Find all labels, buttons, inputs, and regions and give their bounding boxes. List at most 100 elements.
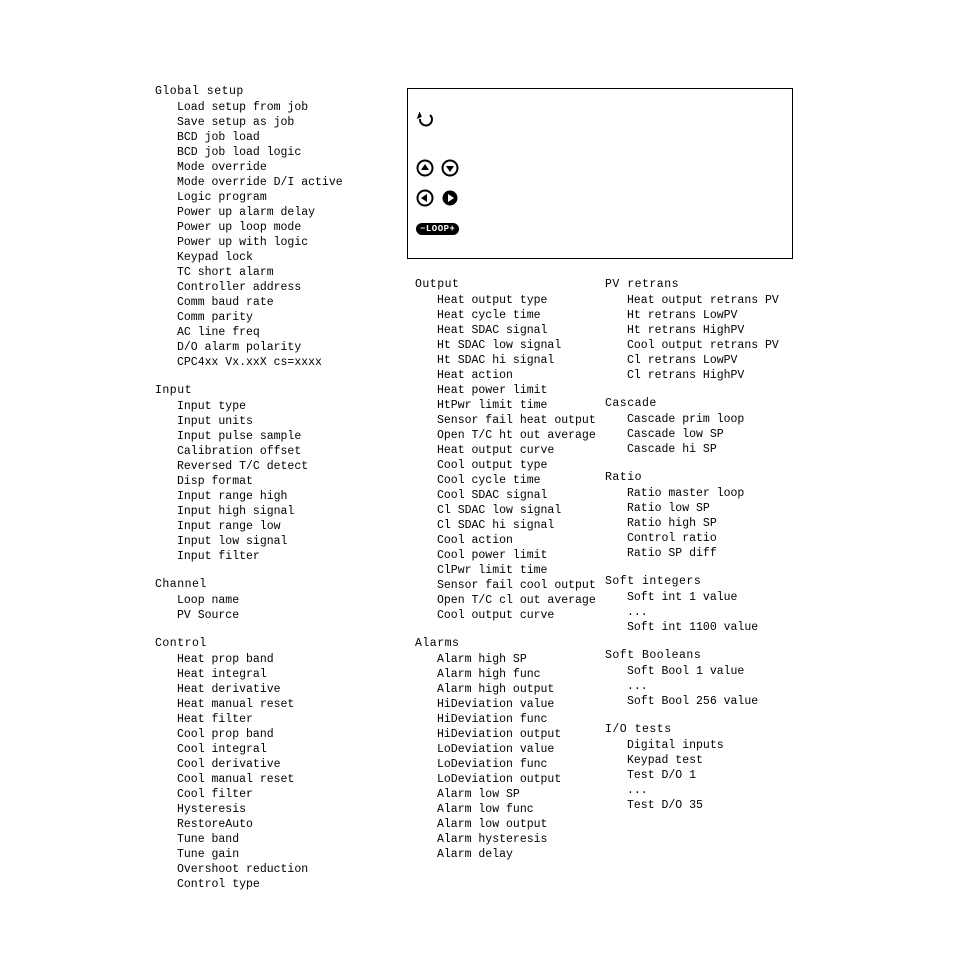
column-2: Output Heat output type Heat cycle time … — [415, 278, 605, 862]
icon-row-leftright — [416, 189, 784, 211]
list-item: Heat integral — [155, 667, 395, 682]
list-item: Power up with logic — [155, 235, 395, 250]
list-item: Hysteresis — [155, 802, 395, 817]
list-item: Ratio high SP — [605, 516, 805, 531]
list-item: ... — [605, 679, 805, 694]
left-arrow-icon[interactable] — [416, 189, 434, 211]
list-item: Power up loop mode — [155, 220, 395, 235]
list-item: BCD job load — [155, 130, 395, 145]
list-item: Input type — [155, 399, 395, 414]
list-item: RestoreAuto — [155, 817, 395, 832]
section-head-cascade: Cascade — [605, 397, 805, 410]
column-1: Global setup Load setup from job Save se… — [155, 85, 395, 892]
list-item: Cl retrans LowPV — [605, 353, 805, 368]
list-item: Heat prop band — [155, 652, 395, 667]
list-item: Reversed T/C detect — [155, 459, 395, 474]
list-item: HtPwr limit time — [415, 398, 605, 413]
list-item: Heat filter — [155, 712, 395, 727]
list-item: Alarm high SP — [415, 652, 605, 667]
list-item: Input range low — [155, 519, 395, 534]
list-item: Input range high — [155, 489, 395, 504]
list-item: Power up alarm delay — [155, 205, 395, 220]
list-item: Open T/C ht out average — [415, 428, 605, 443]
list-item: HiDeviation value — [415, 697, 605, 712]
list-item: Heat output type — [415, 293, 605, 308]
list-item: CPC4xx Vx.xxX cs=xxxx — [155, 355, 395, 370]
list-item: Sensor fail heat output — [415, 413, 605, 428]
list-item: Cascade prim loop — [605, 412, 805, 427]
list-item: Alarm high output — [415, 682, 605, 697]
list-item: BCD job load logic — [155, 145, 395, 160]
list-item: LoDeviation value — [415, 742, 605, 757]
list-item: Comm parity — [155, 310, 395, 325]
list-item: Cool output retrans PV — [605, 338, 805, 353]
list-item: Ht retrans HighPV — [605, 323, 805, 338]
list-item: ClPwr limit time — [415, 563, 605, 578]
page: { "col1": { "s0": { "head": "Global setu… — [0, 0, 954, 954]
list-item: Disp format — [155, 474, 395, 489]
list-item: Cool SDAC signal — [415, 488, 605, 503]
list-item: LoDeviation output — [415, 772, 605, 787]
list-item: D/O alarm polarity — [155, 340, 395, 355]
list-item: Ht retrans LowPV — [605, 308, 805, 323]
section-head-global-setup: Global setup — [155, 85, 395, 98]
list-item: Alarm low SP — [415, 787, 605, 802]
plus-icon: + — [450, 224, 456, 234]
list-item: Heat output retrans PV — [605, 293, 805, 308]
list-item: Heat manual reset — [155, 697, 395, 712]
list-item: Tune band — [155, 832, 395, 847]
list-item: Input low signal — [155, 534, 395, 549]
section-head-io-tests: I/O tests — [605, 723, 805, 736]
list-item: Keypad test — [605, 753, 805, 768]
list-item: Ratio low SP — [605, 501, 805, 516]
list-item: HiDeviation output — [415, 727, 605, 742]
list-item: Ht SDAC low signal — [415, 338, 605, 353]
up-arrow-icon[interactable] — [416, 159, 434, 181]
list-item: Heat output curve — [415, 443, 605, 458]
panel-icons: −LOOP+ — [408, 89, 792, 255]
list-item: Cascade low SP — [605, 427, 805, 442]
list-item: Logic program — [155, 190, 395, 205]
list-item: Cool filter — [155, 787, 395, 802]
list-item: Control ratio — [605, 531, 805, 546]
control-panel: −LOOP+ — [407, 88, 793, 259]
list-item: Calibration offset — [155, 444, 395, 459]
section-head-soft-booleans: Soft Booleans — [605, 649, 805, 662]
list-item: HiDeviation func — [415, 712, 605, 727]
icon-row-updown — [416, 159, 784, 181]
list-item: Loop name — [155, 593, 395, 608]
list-item: Control type — [155, 877, 395, 892]
list-item: Cool power limit — [415, 548, 605, 563]
list-item: Soft Bool 256 value — [605, 694, 805, 709]
list-item: Heat power limit — [415, 383, 605, 398]
list-item: Ratio SP diff — [605, 546, 805, 561]
loop-label: LOOP — [426, 224, 450, 234]
list-item: Alarm high func — [415, 667, 605, 682]
list-item: Alarm low output — [415, 817, 605, 832]
list-item: AC line freq — [155, 325, 395, 340]
list-item: Input pulse sample — [155, 429, 395, 444]
list-item: Cool output curve — [415, 608, 605, 623]
list-item: Digital inputs — [605, 738, 805, 753]
icon-row-back — [416, 111, 784, 133]
list-item: Keypad lock — [155, 250, 395, 265]
section-head-input: Input — [155, 384, 395, 397]
section-head-soft-integers: Soft integers — [605, 575, 805, 588]
list-item: Cl retrans HighPV — [605, 368, 805, 383]
right-arrow-icon[interactable] — [441, 189, 459, 211]
section-head-control: Control — [155, 637, 395, 650]
down-arrow-icon[interactable] — [441, 159, 459, 181]
list-item: ... — [605, 783, 805, 798]
icon-row-loop: −LOOP+ — [416, 219, 784, 235]
list-item: Alarm low func — [415, 802, 605, 817]
list-item: Overshoot reduction — [155, 862, 395, 877]
list-item: Cool cycle time — [415, 473, 605, 488]
list-item: Cool integral — [155, 742, 395, 757]
list-item: Controller address — [155, 280, 395, 295]
list-item: Soft int 1 value — [605, 590, 805, 605]
back-enter-icon[interactable] — [416, 111, 434, 133]
section-head-pv-retrans: PV retrans — [605, 278, 805, 291]
loop-button[interactable]: −LOOP+ — [416, 223, 459, 235]
section-head-output: Output — [415, 278, 605, 291]
list-item: Alarm delay — [415, 847, 605, 862]
